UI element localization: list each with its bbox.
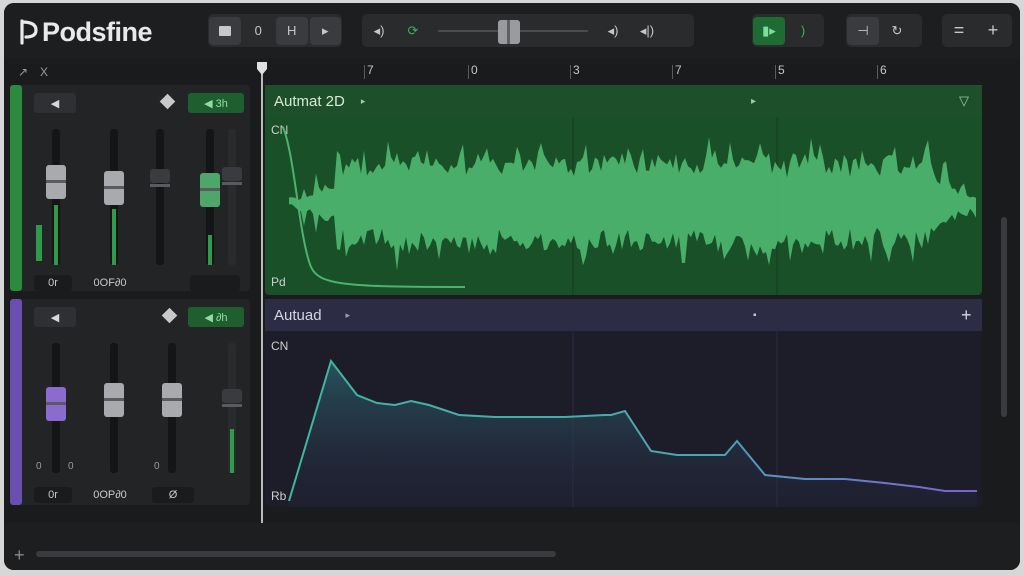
stop-button[interactable]: [209, 16, 241, 45]
app-logo: Podsfine: [18, 15, 153, 49]
level-meter: [36, 225, 42, 261]
audio-track-1[interactable]: Autmat 2D ▸ ▸ ▽ CN Pd: [265, 85, 982, 295]
channel-mode: 0OF∂0: [93, 277, 127, 289]
ruler-label: 7: [367, 63, 374, 77]
monitor-group: ▮▸ ): [752, 14, 824, 47]
add-icon[interactable]: +: [961, 305, 972, 326]
top-toolbar: Podsfine 0 H ▸ ◂) ⟳ ◂) ◂|) ▮▸ ) ⊣ ↻ = +: [4, 3, 1020, 59]
podcast-icon: [20, 19, 38, 45]
track-name: Autuad: [274, 306, 322, 324]
add-icon[interactable]: +: [14, 545, 25, 566]
scrubber-knob[interactable]: [498, 19, 520, 44]
level-meter: [54, 205, 58, 265]
collapse-icon[interactable]: ▽: [959, 93, 969, 109]
keyframe-icon[interactable]: [159, 93, 176, 110]
playhead-line[interactable]: [261, 65, 263, 541]
fader-knob[interactable]: [104, 383, 124, 417]
cut-tool-icon[interactable]: X: [40, 65, 48, 79]
transport-group: 0 H ▸: [208, 14, 342, 47]
loop-button[interactable]: ⟳: [397, 17, 429, 45]
channel-value: 0r: [34, 487, 72, 503]
tool-strip: ↗ X: [12, 61, 252, 85]
level-meter: [112, 209, 116, 265]
automation-lane[interactable]: CN Rb: [265, 331, 982, 507]
pan-fader[interactable]: [104, 343, 124, 473]
stop-icon: [218, 25, 231, 36]
ruler-label: 7: [675, 63, 682, 77]
redo-button[interactable]: ↻: [881, 17, 913, 45]
playhead-handle-icon[interactable]: [256, 61, 268, 77]
channel-color-bar: [10, 299, 22, 505]
send-fader[interactable]: [162, 343, 182, 473]
ruler-label: 0: [471, 63, 478, 77]
ruler-label: 6: [880, 63, 887, 77]
level-meter: [208, 235, 212, 265]
add-track-button[interactable]: +: [977, 17, 1009, 45]
play-button[interactable]: ▸: [309, 16, 341, 45]
counter-button[interactable]: 0: [243, 17, 275, 45]
keyframe-icon[interactable]: [161, 307, 178, 324]
channel-back-button[interactable]: ◀: [34, 307, 76, 327]
channel-mode: 0OP∂0: [93, 489, 127, 501]
fader-knob[interactable]: [46, 387, 66, 421]
edit-group: ⊣ ↻: [846, 14, 922, 47]
output-button[interactable]: ): [787, 17, 819, 45]
playback-group: ◂) ⟳ ◂) ◂|): [362, 14, 694, 47]
track-name: Autmat 2D: [274, 92, 345, 110]
channel-color-bar: [10, 85, 22, 291]
channel-value: 0r: [34, 275, 72, 291]
track-header: Autuad ▸ ▪ +: [265, 299, 982, 331]
vertical-scrollbar[interactable]: [1001, 217, 1007, 417]
channel-route-button[interactable]: ◀ 3h: [188, 93, 244, 113]
automation-graph: [288, 331, 977, 507]
menu-group: = +: [942, 14, 1012, 47]
fader-knob[interactable]: [104, 171, 124, 205]
ruler-label: 5: [778, 63, 785, 77]
monitor-button[interactable]: ▮▸: [753, 16, 785, 45]
pan-fader[interactable]: [104, 129, 124, 265]
mixer-channel-2: ◀ ◀ ∂h 0 0 0 0r 0OP∂0 Ø: [10, 299, 250, 505]
ruler-label: 3: [573, 63, 580, 77]
volume-button[interactable]: ◂): [597, 17, 629, 45]
playback-scrubber[interactable]: [438, 17, 588, 45]
output-meter: [222, 343, 242, 473]
small-label: 0: [36, 461, 42, 472]
mixer-channel-1: ◀ ◀ 3h 0r 0OF∂0: [10, 85, 250, 291]
pointer-tool-icon[interactable]: ↗: [18, 65, 28, 79]
marker-icon[interactable]: ▸: [751, 96, 756, 107]
automation-track-2[interactable]: Autuad ▸ ▪ + CN Rb: [265, 299, 982, 507]
track-header: Autmat 2D ▸ ▸ ▽: [265, 85, 982, 117]
volume-up-button[interactable]: ◂|): [631, 17, 663, 45]
waveform-graph: [282, 117, 976, 295]
play-icon[interactable]: ▸: [346, 310, 351, 321]
fader-knob[interactable]: [162, 383, 182, 417]
h-button[interactable]: H: [276, 16, 308, 45]
timeline-ruler[interactable]: 7 0 3 7 5 6: [260, 59, 990, 85]
small-label: 0: [154, 461, 160, 472]
send-fader[interactable]: [150, 129, 170, 265]
volume-fader[interactable]: [46, 343, 66, 473]
play-icon[interactable]: ▸: [361, 96, 366, 107]
channel-route-button[interactable]: ◀ ∂h: [188, 307, 244, 327]
channel-back-button[interactable]: ◀: [34, 93, 76, 113]
split-button[interactable]: ⊣: [847, 16, 879, 45]
fader-knob[interactable]: [46, 165, 66, 199]
bottom-bar: +: [4, 523, 1020, 570]
waveform-lane[interactable]: CN Pd: [265, 117, 982, 295]
output-meter: [222, 129, 242, 265]
horizontal-scrollbar[interactable]: [36, 551, 556, 557]
fader-knob[interactable]: [200, 173, 220, 207]
volume-fader[interactable]: [46, 129, 66, 265]
fader-knob[interactable]: [150, 169, 170, 187]
app-title: Podsfine: [42, 16, 153, 47]
channel-output[interactable]: Ø: [152, 487, 194, 503]
channel-output[interactable]: [190, 275, 240, 291]
marker-icon[interactable]: ▪: [753, 310, 757, 321]
gain-fader[interactable]: [200, 129, 220, 265]
app-window: Podsfine 0 H ▸ ◂) ⟳ ◂) ◂|) ▮▸ ) ⊣ ↻ = + …: [4, 3, 1020, 570]
menu-button[interactable]: =: [943, 17, 975, 45]
volume-down-button[interactable]: ◂): [363, 17, 395, 45]
small-label: 0: [68, 461, 74, 472]
